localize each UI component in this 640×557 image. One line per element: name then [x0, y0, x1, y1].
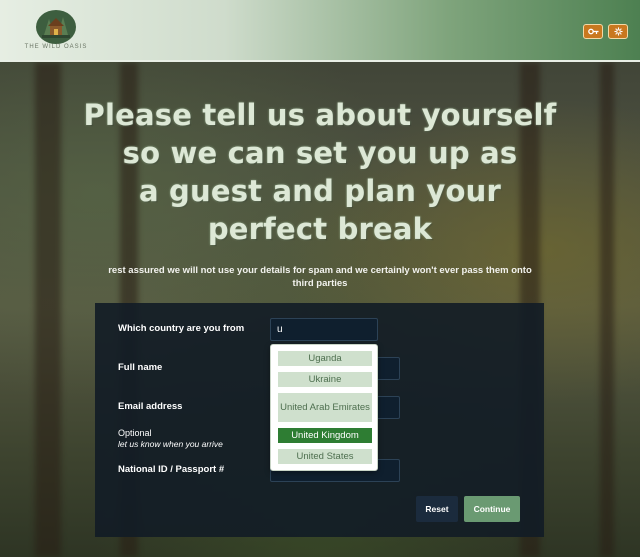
country-dropdown: Uganda Ukraine United Arab Emirates Unit… [270, 344, 378, 471]
background-tree [600, 62, 614, 557]
background-tree [35, 62, 61, 557]
privacy-note: rest assured we will not use your detail… [108, 265, 532, 289]
arrival-hint: let us know when you arrive [118, 439, 223, 449]
email-label: Email address [118, 401, 183, 412]
key-icon [587, 28, 598, 35]
country-option-uae[interactable]: United Arab Emirates [278, 393, 372, 422]
country-input[interactable]: u [270, 318, 378, 341]
headline-line: Please tell us about yourself [83, 98, 557, 132]
country-option-ukraine[interactable]: Ukraine [278, 372, 372, 387]
headline-line: perfect break [207, 212, 433, 246]
logo-text: THE WILD OASIS [24, 44, 88, 50]
key-button[interactable] [583, 24, 603, 39]
optional-label: Optional [118, 428, 152, 438]
fullname-label: Full name [118, 362, 163, 373]
national-id-label: National ID / Passport # [118, 464, 225, 475]
top-header: THE WILD OASIS [0, 0, 640, 62]
country-option-united-kingdom[interactable]: United Kingdom [278, 428, 372, 443]
country-option-united-states[interactable]: United States [278, 449, 372, 464]
country-label: Which country are you from [118, 323, 245, 334]
continue-button[interactable]: Continue [464, 496, 520, 522]
settings-button[interactable] [608, 24, 628, 39]
reset-button[interactable]: Reset [416, 496, 458, 522]
logo-icon[interactable] [34, 7, 78, 45]
page-headline: Please tell us about yourself so we can … [60, 96, 580, 248]
gear-icon [613, 27, 623, 36]
headline-line: a guest and plan your [138, 174, 501, 208]
arrival-label: Optional let us know when you arrive [118, 428, 223, 449]
headline-line: so we can set you up as [122, 136, 518, 170]
country-option-uganda[interactable]: Uganda [278, 351, 372, 366]
